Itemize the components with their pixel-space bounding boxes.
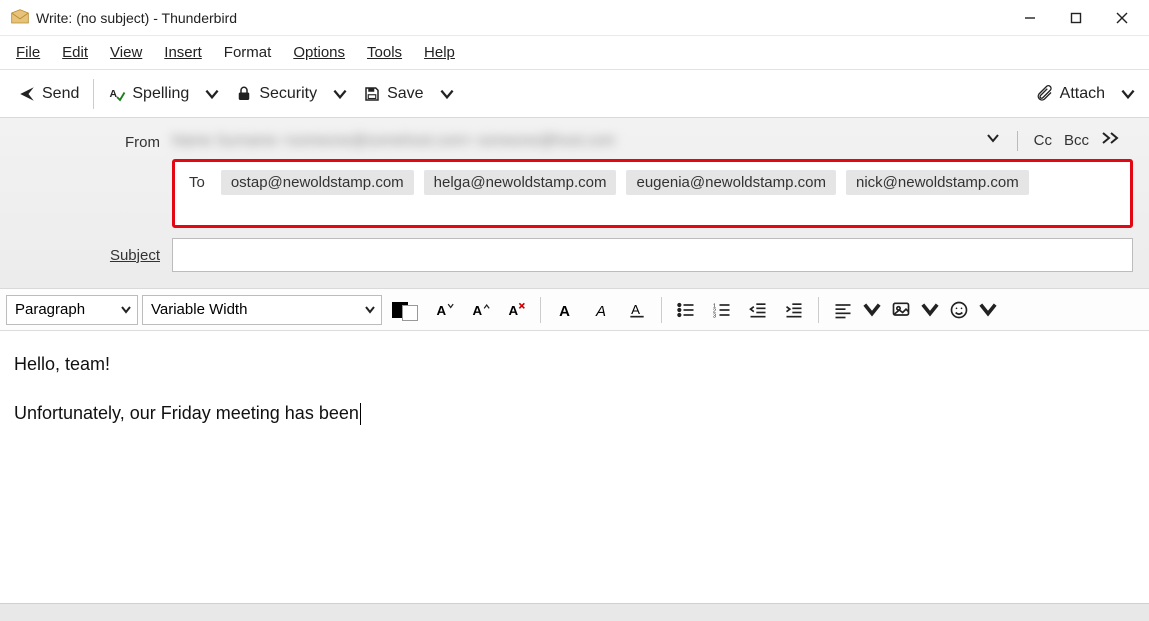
send-icon bbox=[18, 85, 36, 103]
save-button[interactable]: Save bbox=[353, 79, 433, 109]
svg-text:3: 3 bbox=[713, 313, 716, 319]
menu-bar: File Edit View Insert Format Options Too… bbox=[0, 36, 1149, 70]
recipient-pill[interactable]: eugenia@newoldstamp.com bbox=[626, 170, 836, 195]
from-identity-dropdown[interactable] bbox=[985, 130, 1001, 151]
increase-font-size-button[interactable]: A bbox=[464, 294, 496, 326]
align-button[interactable] bbox=[827, 294, 859, 326]
to-row: To ostap@newoldstamp.com helga@newoldsta… bbox=[0, 159, 1133, 228]
save-label: Save bbox=[387, 85, 423, 103]
menu-tools[interactable]: Tools bbox=[357, 40, 412, 65]
from-value[interactable]: Name Surname <someone@somehost.com> some… bbox=[172, 128, 615, 153]
separator bbox=[93, 79, 94, 109]
attach-label: Attach bbox=[1060, 85, 1105, 103]
spelling-icon: A bbox=[108, 85, 126, 103]
svg-text:A: A bbox=[509, 303, 519, 318]
remove-formatting-button[interactable]: A bbox=[500, 294, 532, 326]
menu-help[interactable]: Help bbox=[414, 40, 465, 65]
body-line: Unfortunately, our Friday meeting has be… bbox=[14, 398, 1135, 429]
svg-text:A: A bbox=[473, 303, 483, 318]
cc-button[interactable]: Cc bbox=[1034, 132, 1052, 149]
bullet-list-button[interactable] bbox=[670, 294, 702, 326]
send-button[interactable]: Send bbox=[8, 79, 89, 109]
maximize-button[interactable] bbox=[1053, 0, 1099, 36]
recipient-list: ostap@newoldstamp.com helga@newoldstamp.… bbox=[221, 170, 1029, 195]
minimize-button[interactable] bbox=[1007, 0, 1053, 36]
to-label: To bbox=[185, 170, 211, 191]
body-line: Hello, team! bbox=[14, 349, 1135, 380]
menu-insert[interactable]: Insert bbox=[154, 40, 212, 65]
recipient-pill[interactable]: helga@newoldstamp.com bbox=[424, 170, 617, 195]
more-fields-button[interactable] bbox=[1101, 130, 1123, 151]
italic-button[interactable]: A bbox=[585, 294, 617, 326]
format-toolbar: Paragraph Variable Width A A A A A A 123 bbox=[0, 289, 1149, 331]
main-toolbar: Send A Spelling Security Save Attach bbox=[0, 70, 1149, 118]
bold-button[interactable]: A bbox=[549, 294, 581, 326]
menu-options[interactable]: Options bbox=[283, 40, 355, 65]
security-dropdown[interactable] bbox=[327, 78, 353, 110]
svg-text:A: A bbox=[631, 302, 640, 317]
from-label: From bbox=[0, 128, 172, 151]
save-dropdown[interactable] bbox=[434, 78, 460, 110]
svg-text:A: A bbox=[437, 303, 447, 318]
svg-text:A: A bbox=[595, 302, 606, 319]
indent-button[interactable] bbox=[778, 294, 810, 326]
send-label: Send bbox=[42, 85, 79, 103]
security-label: Security bbox=[259, 85, 317, 103]
attach-button[interactable]: Attach bbox=[1026, 79, 1115, 109]
numbered-list-button[interactable]: 123 bbox=[706, 294, 738, 326]
from-row: From Name Surname <someone@somehost.com>… bbox=[0, 128, 1133, 153]
paragraph-style-value: Paragraph bbox=[15, 301, 85, 318]
lock-icon bbox=[235, 85, 253, 103]
window-title: Write: (no subject) - Thunderbird bbox=[36, 10, 237, 26]
save-icon bbox=[363, 85, 381, 103]
recipient-pill[interactable]: ostap@newoldstamp.com bbox=[221, 170, 414, 195]
background-color-swatch bbox=[402, 305, 418, 321]
header-fields: From Name Surname <someone@somehost.com>… bbox=[0, 118, 1149, 289]
insert-emoji-dropdown[interactable] bbox=[979, 294, 997, 326]
paragraph-style-select[interactable]: Paragraph bbox=[6, 295, 138, 325]
security-button[interactable]: Security bbox=[225, 79, 327, 109]
spelling-dropdown[interactable] bbox=[199, 78, 225, 110]
separator bbox=[1017, 131, 1018, 151]
attach-dropdown[interactable] bbox=[1115, 78, 1141, 110]
menu-file[interactable]: File bbox=[6, 40, 50, 65]
app-icon bbox=[10, 8, 30, 28]
subject-label: Subject bbox=[0, 247, 172, 264]
svg-text:A: A bbox=[110, 88, 118, 100]
recipient-pill[interactable]: nick@newoldstamp.com bbox=[846, 170, 1029, 195]
bcc-button[interactable]: Bcc bbox=[1064, 132, 1089, 149]
status-bar bbox=[0, 603, 1149, 621]
underline-button[interactable]: A bbox=[621, 294, 653, 326]
font-family-value: Variable Width bbox=[151, 301, 247, 318]
message-body[interactable]: Hello, team! Unfortunately, our Friday m… bbox=[0, 331, 1149, 464]
subject-row: Subject bbox=[0, 238, 1133, 272]
align-dropdown[interactable] bbox=[863, 294, 881, 326]
close-button[interactable] bbox=[1099, 0, 1145, 36]
insert-emoji-button[interactable] bbox=[943, 294, 975, 326]
menu-edit[interactable]: Edit bbox=[52, 40, 98, 65]
insert-image-dropdown[interactable] bbox=[921, 294, 939, 326]
insert-image-button[interactable] bbox=[885, 294, 917, 326]
paperclip-icon bbox=[1036, 85, 1054, 103]
spelling-button[interactable]: A Spelling bbox=[98, 79, 199, 109]
menu-format[interactable]: Format bbox=[214, 40, 282, 65]
to-field-highlighted[interactable]: To ostap@newoldstamp.com helga@newoldsta… bbox=[172, 159, 1133, 228]
outdent-button[interactable] bbox=[742, 294, 774, 326]
decrease-font-size-button[interactable]: A bbox=[428, 294, 460, 326]
text-caret bbox=[360, 403, 361, 425]
spelling-label: Spelling bbox=[132, 85, 189, 103]
text-color-button[interactable] bbox=[392, 299, 418, 321]
font-family-select[interactable]: Variable Width bbox=[142, 295, 382, 325]
title-bar: Write: (no subject) - Thunderbird bbox=[0, 0, 1149, 36]
subject-input[interactable] bbox=[172, 238, 1133, 272]
svg-text:A: A bbox=[559, 302, 570, 319]
menu-view[interactable]: View bbox=[100, 40, 152, 65]
